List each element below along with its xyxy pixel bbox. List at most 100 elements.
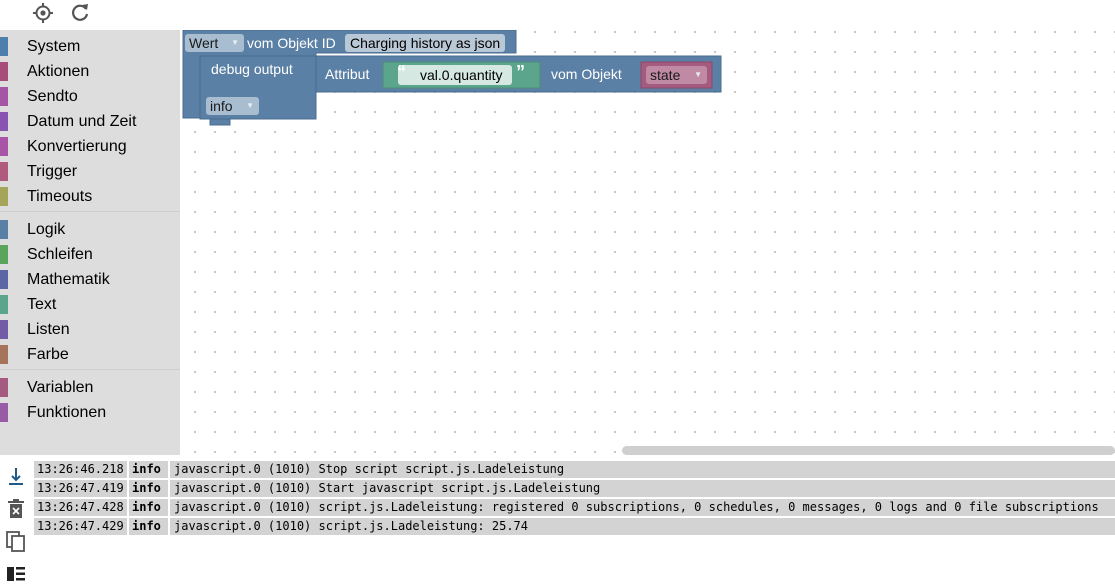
log-message: javascript.0 (1010) script.js.Ladeleistu… [174, 500, 1099, 514]
log-time: 13:26:47.419 [37, 481, 124, 495]
target-icon[interactable] [31, 1, 55, 25]
column-divider [168, 518, 170, 535]
toolbox-category-timeouts[interactable]: Timeouts [0, 183, 180, 208]
toolbox-category-system[interactable]: System [0, 33, 180, 58]
log-severity: info [132, 481, 161, 495]
category-label: Listen [27, 321, 70, 338]
toolbox-category-mathematik[interactable]: Mathematik [0, 266, 180, 291]
toolbox-category-konvertierung[interactable]: Konvertierung [0, 133, 180, 158]
variable-dropdown[interactable]: state ▼ [646, 66, 707, 84]
category-color-swatch [0, 112, 8, 131]
category-label: Timeouts [27, 188, 93, 205]
object-id-label: vom Objekt ID [247, 35, 336, 51]
category-color-swatch [0, 403, 8, 422]
toolbox-category-aktionen[interactable]: Aktionen [0, 58, 180, 83]
log-severity: info [132, 519, 161, 533]
log-level-dropdown[interactable]: info ▼ [206, 97, 259, 115]
toolbox-category-farbe[interactable]: Farbe [0, 341, 180, 366]
column-divider [168, 480, 170, 497]
category-color-swatch [0, 220, 8, 239]
category-label: Aktionen [27, 63, 90, 80]
log-actions [0, 459, 32, 587]
column-divider [127, 480, 129, 497]
column-divider [127, 518, 129, 535]
toolbox-category-logik[interactable]: Logik [0, 216, 180, 241]
clear-log-icon[interactable] [4, 497, 28, 521]
toolbox-separator [0, 211, 180, 212]
toolbox-category-variablen[interactable]: Variablen [0, 374, 180, 399]
log-panel: 13:26:46.218 info javascript.0 (1010) Stop… [0, 455, 1115, 587]
copy-icon[interactable] [4, 530, 28, 554]
log-message: javascript.0 (1010) script.js.Ladeleistu… [174, 519, 529, 533]
chevron-down-icon: ▼ [246, 101, 254, 110]
category-label: Sendto [27, 88, 78, 105]
object-id-field[interactable]: Charging history as json [345, 34, 506, 52]
log-message: javascript.0 (1010) Start javascript scr… [174, 481, 601, 495]
toolbox-category-text[interactable]: Text [0, 291, 180, 316]
toolbox-category-datum-und-zeit[interactable]: Datum und Zeit [0, 108, 180, 133]
attribute-text-field[interactable]: val.0.quantity [420, 67, 503, 83]
category-color-swatch [0, 162, 8, 181]
log-message: javascript.0 (1010) Stop script script.j… [174, 462, 565, 476]
log-layout-icon[interactable] [4, 562, 28, 586]
refresh-icon[interactable] [68, 1, 92, 25]
open-quote-icon: “ [397, 62, 406, 82]
category-label: Logik [27, 221, 66, 238]
category-label: Mathematik [27, 271, 110, 288]
column-divider [168, 499, 170, 516]
scroll-to-bottom-icon[interactable] [4, 464, 28, 488]
blockly-workspace[interactable]: Wert ▼ vom Objekt ID Charging history as… [180, 30, 1115, 455]
toolbox-category-sendto[interactable]: Sendto [0, 83, 180, 108]
category-label: Trigger [27, 163, 78, 180]
block-toolbox: System Aktionen Sendto Datum und Zeit Konver… [0, 30, 180, 455]
value-type-dropdown[interactable]: Wert ▼ [185, 34, 244, 52]
close-quote-icon: ” [516, 62, 525, 82]
category-label: Konvertierung [27, 138, 127, 155]
log-entry: 13:26:46.218 info javascript.0 (1010) Stop… [34, 461, 1115, 478]
attribute-label: Attribut [325, 66, 370, 82]
log-time: 13:26:47.429 [37, 519, 124, 533]
category-color-swatch [0, 320, 8, 339]
log-entry: 13:26:47.428 info javascript.0 (1010) scri… [34, 499, 1115, 516]
chevron-down-icon: ▼ [231, 38, 239, 47]
category-label: Funktionen [27, 404, 107, 421]
category-color-swatch [0, 345, 8, 364]
category-color-swatch [0, 295, 8, 314]
toolbox-category-trigger[interactable]: Trigger [0, 158, 180, 183]
debug-output-label: debug output [211, 61, 293, 77]
column-divider [127, 461, 129, 478]
block-shapes [182, 30, 722, 126]
toolbox-category-schleifen[interactable]: Schleifen [0, 241, 180, 266]
log-level-label: info [210, 98, 233, 114]
toolbox-category-listen[interactable]: Listen [0, 316, 180, 341]
column-divider [168, 461, 170, 478]
category-color-swatch [0, 245, 8, 264]
log-time: 13:26:46.218 [37, 462, 124, 476]
category-color-swatch [0, 137, 8, 156]
category-color-swatch [0, 378, 8, 397]
log-time: 13:26:47.428 [37, 500, 124, 514]
category-label: System [27, 38, 81, 55]
toolbox-category-funktionen[interactable]: Funktionen [0, 399, 180, 424]
value-type-label: Wert [189, 35, 219, 51]
chevron-down-icon: ▼ [694, 70, 702, 79]
top-toolbar [0, 0, 1115, 30]
category-color-swatch [0, 270, 8, 289]
log-severity: info [132, 462, 161, 476]
log-entry: 13:26:47.419 info javascript.0 (1010) Star… [34, 480, 1115, 497]
category-color-swatch [0, 187, 8, 206]
log-severity: info [132, 500, 161, 514]
variable-name: state [650, 67, 681, 83]
from-object-label: vom Objekt [551, 66, 622, 82]
horizontal-scrollbar[interactable] [622, 446, 1115, 455]
category-label: Schleifen [27, 246, 93, 263]
category-label: Farbe [27, 346, 69, 363]
category-color-swatch [0, 87, 8, 106]
category-label: Datum und Zeit [27, 113, 137, 130]
category-label: Text [27, 296, 57, 313]
column-divider [127, 499, 129, 516]
log-entry: 13:26:47.429 info javascript.0 (1010) scri… [34, 518, 1115, 535]
toolbox-separator [0, 369, 180, 370]
category-color-swatch [0, 62, 8, 81]
category-label: Variablen [27, 379, 94, 396]
